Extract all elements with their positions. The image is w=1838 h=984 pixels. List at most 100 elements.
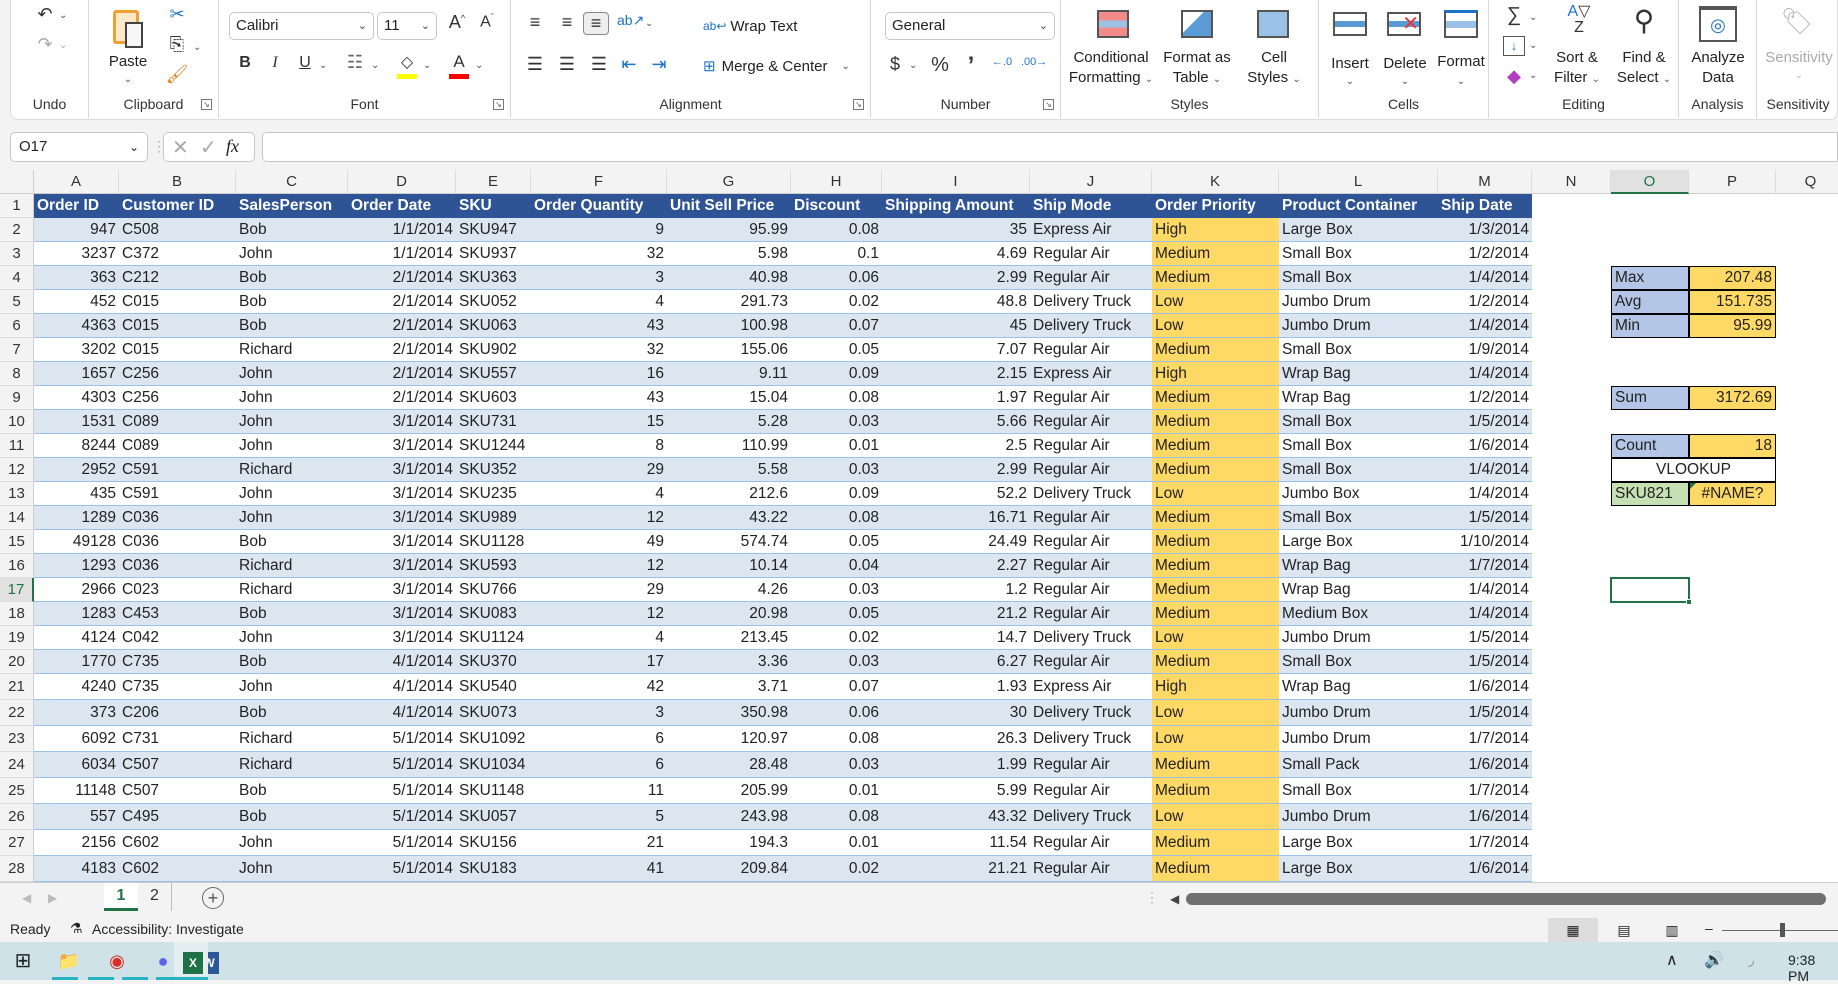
column-header-k[interactable]: K bbox=[1152, 170, 1279, 194]
table-cell[interactable]: 4 bbox=[531, 290, 667, 314]
table-cell[interactable]: 0.02 bbox=[791, 290, 882, 314]
vlookup-title[interactable]: VLOOKUP bbox=[1611, 458, 1776, 482]
table-cell[interactable]: Small Box bbox=[1279, 338, 1438, 362]
table-cell[interactable]: Bob bbox=[236, 290, 348, 314]
table-cell[interactable]: Medium bbox=[1152, 650, 1279, 674]
table-cell[interactable]: 3/1/2014 bbox=[348, 482, 456, 506]
table-cell[interactable]: 373 bbox=[34, 700, 119, 726]
table-cell[interactable]: Wrap Bag bbox=[1279, 578, 1438, 602]
summary-label-max[interactable]: Max bbox=[1611, 266, 1689, 290]
vlookup-key[interactable]: SKU821 bbox=[1611, 482, 1689, 506]
table-cell[interactable]: Low bbox=[1152, 700, 1279, 726]
table-cell[interactable]: 120.97 bbox=[667, 726, 791, 752]
table-header-cell[interactable]: SKU bbox=[456, 194, 531, 218]
table-cell[interactable]: Low bbox=[1152, 482, 1279, 506]
column-header-q[interactable]: Q bbox=[1776, 170, 1838, 194]
table-cell[interactable]: Regular Air bbox=[1030, 458, 1152, 482]
table-cell[interactable]: 20.98 bbox=[667, 602, 791, 626]
table-cell[interactable]: John bbox=[236, 434, 348, 458]
fill-handle[interactable] bbox=[1686, 599, 1692, 605]
table-cell[interactable]: 350.98 bbox=[667, 700, 791, 726]
table-cell[interactable]: 10.14 bbox=[667, 554, 791, 578]
table-cell[interactable]: 5.99 bbox=[882, 778, 1030, 804]
table-cell[interactable]: 12 bbox=[531, 506, 667, 530]
summary-label-avg[interactable]: Avg bbox=[1611, 290, 1689, 314]
windows-start-icon[interactable]: ⊞ bbox=[6, 946, 40, 976]
table-cell[interactable]: C591 bbox=[119, 458, 236, 482]
sensitivity-button[interactable]: 🏷 Sensitivity ⌄ bbox=[1759, 4, 1838, 88]
table-cell[interactable]: Low bbox=[1152, 314, 1279, 338]
font-size-select[interactable]: 11 ⌄ bbox=[377, 12, 437, 40]
table-cell[interactable]: Large Box bbox=[1279, 856, 1438, 882]
table-cell[interactable]: 3/1/2014 bbox=[348, 458, 456, 482]
table-cell[interactable]: 4 bbox=[531, 482, 667, 506]
page-layout-view-button[interactable]: ▤ bbox=[1602, 918, 1646, 942]
page-break-view-button[interactable]: ▥ bbox=[1650, 918, 1694, 942]
table-cell[interactable]: 5/1/2014 bbox=[348, 804, 456, 830]
row-header-15[interactable]: 15 bbox=[0, 530, 34, 554]
table-cell[interactable]: 32 bbox=[531, 242, 667, 266]
table-cell[interactable]: Bob bbox=[236, 650, 348, 674]
conditional-formatting-button[interactable]: Conditional Formatting ⌄ bbox=[1067, 6, 1155, 88]
table-cell[interactable]: 16 bbox=[531, 362, 667, 386]
table-cell[interactable]: Regular Air bbox=[1030, 266, 1152, 290]
table-cell[interactable]: Medium bbox=[1152, 578, 1279, 602]
table-cell[interactable]: 2.15 bbox=[882, 362, 1030, 386]
table-cell[interactable]: 21 bbox=[531, 830, 667, 856]
table-cell[interactable]: 0.05 bbox=[791, 338, 882, 362]
table-cell[interactable]: Jumbo Drum bbox=[1279, 726, 1438, 752]
table-cell[interactable]: Regular Air bbox=[1030, 554, 1152, 578]
table-cell[interactable]: C015 bbox=[119, 338, 236, 362]
scroll-left-icon[interactable]: ◀ bbox=[1170, 892, 1179, 906]
table-cell[interactable]: 11148 bbox=[34, 778, 119, 804]
table-cell[interactable]: Large Box bbox=[1279, 830, 1438, 856]
fill-color-button[interactable]: ◇ bbox=[395, 52, 419, 80]
table-cell[interactable]: Express Air bbox=[1030, 218, 1152, 242]
table-cell[interactable]: 0.05 bbox=[791, 530, 882, 554]
table-cell[interactable]: 4124 bbox=[34, 626, 119, 650]
alignment-launcher-icon[interactable]: ↘ bbox=[853, 99, 864, 110]
table-cell[interactable]: 49128 bbox=[34, 530, 119, 554]
table-cell[interactable]: Regular Air bbox=[1030, 752, 1152, 778]
table-cell[interactable]: C206 bbox=[119, 700, 236, 726]
table-cell[interactable]: 0.01 bbox=[791, 830, 882, 856]
autosum-dropdown-icon[interactable]: ⌄ bbox=[1529, 12, 1537, 23]
table-header-cell[interactable]: Unit Sell Price bbox=[667, 194, 791, 218]
row-header-3[interactable]: 3 bbox=[0, 242, 34, 266]
table-cell[interactable]: 1770 bbox=[34, 650, 119, 674]
table-cell[interactable]: SKU183 bbox=[456, 856, 531, 882]
table-cell[interactable]: 1/6/2014 bbox=[1438, 804, 1532, 830]
table-cell[interactable]: Small Box bbox=[1279, 778, 1438, 804]
table-cell[interactable]: Delivery Truck bbox=[1030, 626, 1152, 650]
table-cell[interactable]: John bbox=[236, 482, 348, 506]
table-cell[interactable]: John bbox=[236, 362, 348, 386]
table-cell[interactable]: Small Box bbox=[1279, 242, 1438, 266]
row-header-25[interactable]: 25 bbox=[0, 778, 34, 804]
table-cell[interactable]: Small Box bbox=[1279, 434, 1438, 458]
table-cell[interactable]: 42 bbox=[531, 674, 667, 700]
row-header-13[interactable]: 13 bbox=[0, 482, 34, 506]
copy-dropdown-icon[interactable]: ⌄ bbox=[193, 42, 201, 53]
table-cell[interactable]: SKU363 bbox=[456, 266, 531, 290]
table-cell[interactable]: 194.3 bbox=[667, 830, 791, 856]
table-cell[interactable]: 1/5/2014 bbox=[1438, 410, 1532, 434]
table-cell[interactable]: Low bbox=[1152, 626, 1279, 650]
table-cell[interactable]: Bob bbox=[236, 778, 348, 804]
sort-filter-button[interactable]: A▽ Z Sort & Filter ⌄ bbox=[1545, 4, 1609, 88]
table-cell[interactable]: 29 bbox=[531, 458, 667, 482]
table-cell[interactable]: SKU989 bbox=[456, 506, 531, 530]
delete-button[interactable]: ✕ Delete ⌄ bbox=[1377, 6, 1433, 88]
table-cell[interactable]: 21.2 bbox=[882, 602, 1030, 626]
table-cell[interactable]: C023 bbox=[119, 578, 236, 602]
table-cell[interactable]: 4/1/2014 bbox=[348, 674, 456, 700]
table-cell[interactable]: SKU902 bbox=[456, 338, 531, 362]
table-cell[interactable]: Regular Air bbox=[1030, 506, 1152, 530]
table-cell[interactable]: 40.98 bbox=[667, 266, 791, 290]
number-launcher-icon[interactable]: ↘ bbox=[1043, 99, 1054, 110]
row-header-18[interactable]: 18 bbox=[0, 602, 34, 626]
table-cell[interactable]: Low bbox=[1152, 804, 1279, 830]
file-explorer-icon[interactable]: 📁 bbox=[52, 946, 86, 976]
table-cell[interactable]: 1.99 bbox=[882, 752, 1030, 778]
table-cell[interactable]: SKU731 bbox=[456, 410, 531, 434]
align-left-icon[interactable]: ☰ bbox=[523, 54, 547, 75]
